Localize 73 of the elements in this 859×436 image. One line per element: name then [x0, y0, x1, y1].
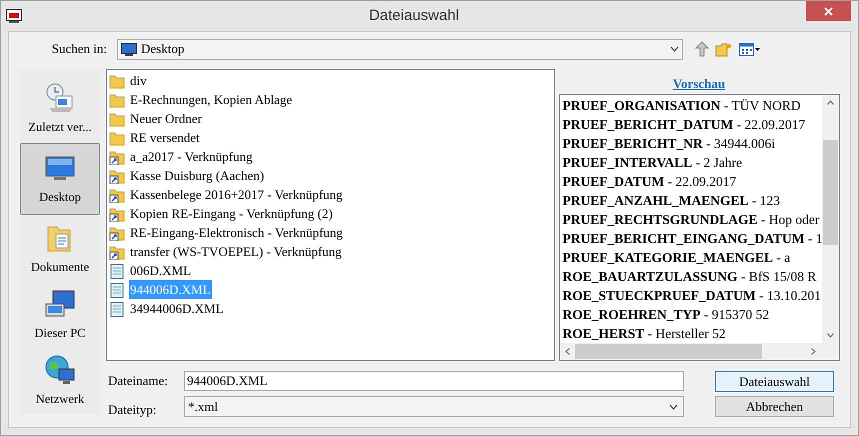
- folder-icon: [109, 130, 125, 146]
- scrollbar-thumb[interactable]: [574, 344, 762, 359]
- chevron-left-icon[interactable]: [564, 348, 570, 355]
- filetype-label: Dateityp:: [108, 401, 158, 419]
- file-item[interactable]: div: [129, 70, 148, 90]
- folder-shortcut-icon: [109, 224, 125, 240]
- monitor-icon: [121, 42, 137, 56]
- view-menu-icon[interactable]: [739, 42, 760, 56]
- preview-line: ROE_STUECKPRUEF_DATUM - 13.10.201: [562, 287, 822, 305]
- folder-icon: [109, 110, 125, 126]
- close-button[interactable]: [806, 1, 851, 21]
- look-in-dropdown[interactable]: Desktop: [117, 38, 683, 60]
- close-icon: [824, 6, 833, 16]
- file-item[interactable]: Kopien RE-Eingang - Verknüpfung (2): [129, 204, 334, 224]
- chevron-down-icon: [670, 46, 679, 52]
- file-item[interactable]: E-Rechnungen, Kopien Ablage: [129, 90, 294, 110]
- file-item[interactable]: a_a2017 - Verknüpfung: [129, 146, 254, 166]
- document-icon: [109, 300, 125, 316]
- preview-line: PRUEF_BERICHT_EINGANG_DATUM - 1: [562, 230, 822, 248]
- filename-label: Dateiname:: [108, 372, 169, 390]
- app-icon: [6, 9, 22, 23]
- scrollbar-thumb[interactable]: [822, 140, 838, 245]
- globe-monitor-icon: [44, 354, 76, 386]
- horizontal-scrollbar[interactable]: [560, 343, 838, 360]
- place-item[interactable]: Netzwerk: [20, 350, 100, 414]
- file-item[interactable]: 006D.XML: [129, 260, 192, 280]
- chevron-down-icon: [669, 404, 678, 410]
- preview-line: PRUEF_DATUM - 22.09.2017: [562, 173, 736, 191]
- chevron-down-icon[interactable]: [826, 333, 834, 338]
- document-icon: [109, 282, 125, 298]
- look-in-label: Suchen in:: [50, 40, 107, 58]
- preview-line: ROE_BAUARTZULASSUNG - BfS 15/08 R: [562, 268, 816, 286]
- place-item[interactable]: Dieser PC: [20, 283, 100, 348]
- place-item[interactable]: Zuletzt ver...: [20, 77, 100, 142]
- window-title: Dateiauswahl: [368, 6, 460, 26]
- file-item[interactable]: Kassenbelege 2016+2017 - Verknüpfung: [129, 184, 344, 204]
- folder-icon: [109, 72, 125, 88]
- chevron-right-icon[interactable]: [810, 348, 816, 355]
- folder-shortcut-icon: [109, 244, 125, 260]
- new-folder-icon[interactable]: [715, 42, 733, 56]
- vertical-scrollbar[interactable]: [822, 95, 838, 343]
- file-item[interactable]: Kasse Duisburg (Aachen): [129, 166, 266, 186]
- filetype-dropdown[interactable]: *.xml: [184, 396, 684, 417]
- up-arrow-icon[interactable]: [695, 41, 709, 57]
- place-item[interactable]: Desktop: [20, 143, 100, 215]
- preview-link[interactable]: Vorschau: [672, 74, 726, 94]
- place-item[interactable]: Dokumente: [20, 216, 100, 282]
- filename-field[interactable]: 944006D.XML: [184, 371, 684, 391]
- look-in-value: Desktop: [141, 40, 186, 58]
- filetype-value: *.xml: [188, 398, 219, 416]
- file-item[interactable]: transfer (WS-TVOEPEL) - Verknüpfung: [129, 242, 343, 262]
- preview-line: PRUEF_ORGANISATION - TÜV NORD: [562, 97, 801, 115]
- file-item[interactable]: RE-Eingang-Elektronisch - Verknüpfung: [129, 222, 344, 242]
- file-item[interactable]: 34944006D.XML: [129, 298, 225, 318]
- cancel-button[interactable]: Abbrechen: [715, 396, 834, 417]
- preview-line: PRUEF_BERICHT_DATUM - 22.09.2017: [562, 116, 806, 134]
- preview-line: PRUEF_INTERVALL - 2 Jahre: [562, 154, 742, 172]
- preview-line: PRUEF_ANZAHL_MAENGEL - 123: [562, 192, 780, 210]
- folder-icon: [109, 92, 125, 108]
- preview-line: ROE_ROEHREN_TYP - 915370 52: [562, 306, 770, 324]
- folder-shortcut-icon: [109, 148, 125, 164]
- document-icon: [109, 262, 125, 278]
- preview-line: ROE_HERST - Hersteller 52: [562, 325, 726, 343]
- file-item[interactable]: Neuer Ordner: [129, 108, 203, 128]
- preview-line: PRUEF_BERICHT_NR - 34944.006i: [562, 135, 776, 153]
- chevron-up-icon[interactable]: [826, 100, 834, 105]
- folder-shortcut-icon: [109, 168, 125, 184]
- folder-shortcut-icon: [109, 206, 125, 222]
- select-file-button[interactable]: Dateiauswahl: [715, 371, 834, 392]
- folder-shortcut-icon: [109, 186, 125, 202]
- file-item[interactable]: RE versendet: [129, 128, 201, 148]
- preview-line: PRUEF_KATEGORIE_MAENGEL - a: [562, 249, 790, 267]
- preview-line: PRUEF_RECHTSGRUNDLAGE - Hop oder: [562, 211, 820, 229]
